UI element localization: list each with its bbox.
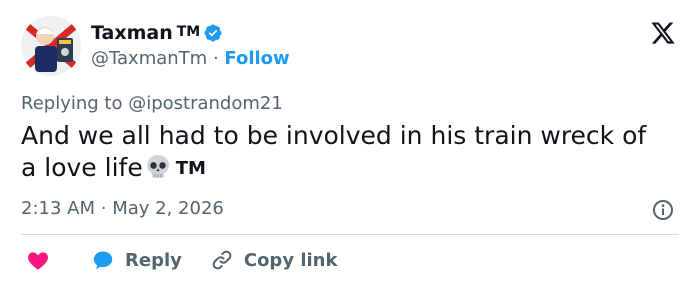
tweet-text-line-2-end: TM: [175, 158, 206, 179]
author-handle[interactable]: @TaxmanTm: [91, 48, 207, 69]
tweet-text: And we all had to be involved in his tra…: [21, 120, 681, 187]
avatar-image: [21, 16, 81, 76]
replying-to-line: Replying to @ipostrandom21: [21, 93, 283, 114]
timestamp[interactable]: 2:13 AM · May 2, 2026: [21, 198, 224, 219]
copy-link-label: Copy link: [243, 249, 338, 271]
replying-to-label: Replying to: [21, 93, 123, 114]
reply-bubble-icon: [93, 251, 113, 270]
author-handle-row: @TaxmanTm · Follow: [91, 48, 290, 69]
x-logo-icon[interactable]: [650, 20, 676, 46]
author-name-suffix: TM: [176, 24, 201, 40]
heart-icon: [28, 252, 48, 270]
action-bar: Reply Copy link: [21, 246, 337, 274]
copy-link-button[interactable]: Copy link: [210, 248, 338, 272]
tweet-text-line-1: And we all had to be involved in his tra…: [21, 121, 647, 150]
link-icon: [212, 250, 232, 270]
skull-emoji-icon: [146, 155, 169, 178]
author-name-row[interactable]: Taxman TM: [91, 22, 223, 44]
tweet-text-line-2: a love life TM: [21, 152, 681, 187]
verified-badge-icon: [204, 24, 222, 42]
timestamp-separator: ·: [100, 198, 107, 219]
info-icon[interactable]: [651, 198, 675, 222]
handle-separator: ·: [212, 48, 219, 69]
author-name[interactable]: Taxman: [91, 22, 173, 44]
divider: [21, 234, 679, 235]
timestamp-time[interactable]: 2:13 AM: [21, 198, 95, 219]
avatar[interactable]: [21, 16, 81, 76]
replying-to-mention[interactable]: @ipostrandom21: [128, 93, 283, 114]
reply-button[interactable]: Reply: [91, 248, 182, 272]
tweet-text-line-2-start: a love life: [21, 153, 143, 182]
follow-button[interactable]: Follow: [224, 48, 289, 69]
reply-label: Reply: [125, 249, 182, 271]
timestamp-date[interactable]: May 2, 2026: [112, 198, 224, 219]
like-button[interactable]: [26, 248, 50, 272]
